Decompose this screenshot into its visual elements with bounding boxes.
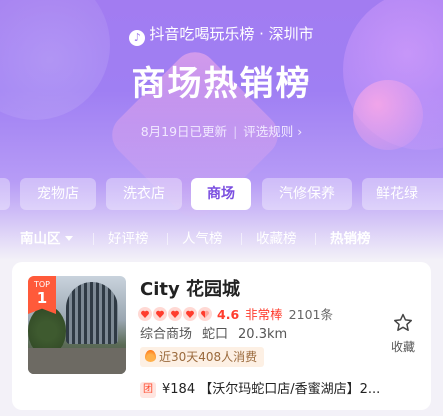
- group-deal-tag: 团: [140, 382, 156, 398]
- tab-good-reviews[interactable]: 好评榜: [108, 228, 149, 250]
- rank-badge-top: TOP: [33, 280, 50, 289]
- fire-icon: [145, 350, 156, 362]
- listing-name[interactable]: City 花园城: [140, 275, 240, 301]
- listing-card[interactable]: TOP 1 City 花园城 4.6 非常棒 2101条 综合商场 蛇口 20.3km …: [12, 262, 431, 410]
- heart-icon: [138, 307, 152, 321]
- rating-level: 非常棒: [245, 307, 283, 322]
- listing-meta: 综合商场 蛇口 20.3km: [140, 323, 297, 342]
- rank-number: 1: [36, 289, 48, 307]
- rules-label: 评选规则: [243, 124, 294, 139]
- district-label: 南山区: [20, 231, 61, 247]
- category-tabs: 宠物店 洗衣店 商场 汽修保养 鲜花绿: [0, 178, 443, 212]
- listing-distance: 20.3km: [238, 327, 288, 342]
- listing-area: 蛇口: [202, 327, 229, 342]
- tab-popular[interactable]: 人气榜: [182, 228, 223, 250]
- category-chip-pet[interactable]: 宠物店: [20, 178, 96, 210]
- update-row: 8月19日已更新 | 评选规则 ›: [140, 124, 303, 139]
- filter-bar: 南山区 好评榜 人气榜 收藏榜 热销榜: [0, 228, 443, 250]
- consume-badge: 近30天408人消费: [140, 347, 265, 367]
- category-chip-mall[interactable]: 商场: [191, 178, 251, 210]
- group-deal-row[interactable]: 团 ¥184 【沃尔玛蛇口店/香蜜湖店】2...: [140, 378, 380, 398]
- category-chip-partial[interactable]: [0, 178, 10, 210]
- rating-row: 4.6 非常棒 2101条: [138, 304, 333, 322]
- category-chip-flowers[interactable]: 鲜花绿: [362, 178, 443, 210]
- heart-icon: [183, 307, 197, 321]
- rating-score: 4.6: [217, 307, 240, 322]
- consume-text: 近30天408人消费: [159, 350, 258, 364]
- star-icon: [394, 313, 412, 331]
- heart-icon: [168, 307, 182, 321]
- group-deal-text: ¥184 【沃尔玛蛇口店/香蜜湖店】2...: [162, 382, 381, 397]
- tab-hot-sales[interactable]: 热销榜: [330, 228, 371, 250]
- chevron-right-icon: ›: [297, 124, 303, 139]
- listing-category: 综合商场: [140, 327, 193, 342]
- rules-link[interactable]: 评选规则 ›: [243, 124, 302, 139]
- page-title: 商场热销榜: [131, 64, 312, 104]
- district-dropdown[interactable]: 南山区: [20, 228, 73, 250]
- heart-half-icon: [198, 307, 212, 321]
- caret-down-icon: [64, 236, 73, 241]
- favorite-button[interactable]: 收藏: [388, 312, 418, 355]
- category-chip-auto[interactable]: 汽修保养: [262, 178, 352, 210]
- douyin-logo-icon: ♪: [129, 30, 146, 46]
- favorite-label: 收藏: [390, 340, 415, 354]
- brand-text: 抖音吃喝玩乐榜 · 深圳市: [149, 25, 314, 43]
- review-count[interactable]: 2101条: [289, 307, 333, 322]
- category-chip-laundry[interactable]: 洗衣店: [106, 178, 182, 210]
- tab-favorites[interactable]: 收藏榜: [256, 228, 297, 250]
- update-date: 8月19日已更新: [140, 124, 228, 139]
- heart-icon: [153, 307, 167, 321]
- rank-badge: TOP 1: [28, 276, 56, 314]
- brand-row: ♪ 抖音吃喝玩乐榜 · 深圳市: [0, 23, 443, 46]
